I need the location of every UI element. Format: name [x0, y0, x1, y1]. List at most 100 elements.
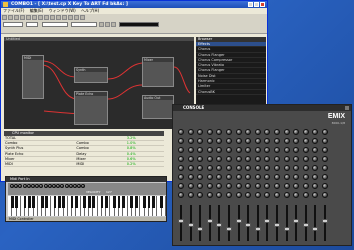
- black-key[interactable]: [27, 196, 31, 208]
- mixer-knob[interactable]: [254, 156, 261, 162]
- channel-fader[interactable]: [264, 219, 271, 223]
- mixer-knob[interactable]: [206, 138, 213, 144]
- forward-icon[interactable]: [105, 22, 111, 27]
- mixer-knob[interactable]: [283, 174, 290, 180]
- mixer-knob[interactable]: [302, 138, 309, 144]
- mixer-knob[interactable]: [312, 165, 319, 171]
- preset-field[interactable]: [119, 22, 160, 27]
- mixer-knob[interactable]: [293, 192, 300, 198]
- mixer-knob[interactable]: [197, 138, 204, 144]
- mixer-knob[interactable]: [178, 129, 184, 135]
- mixer-knob[interactable]: [245, 165, 252, 171]
- new-icon[interactable]: [2, 15, 7, 20]
- mixer-knob[interactable]: [322, 174, 328, 180]
- black-key[interactable]: [117, 196, 121, 208]
- maximize-button[interactable]: [254, 2, 259, 7]
- channel-fader[interactable]: [206, 219, 213, 223]
- mixer-knob[interactable]: [264, 165, 271, 171]
- mixer-knob[interactable]: [206, 174, 213, 180]
- mixer-knob[interactable]: [264, 129, 271, 135]
- menu-help[interactable]: ヘルプ(H): [81, 8, 99, 13]
- mixer-knob[interactable]: [274, 129, 280, 135]
- channel-fader[interactable]: [245, 223, 252, 227]
- black-key[interactable]: [151, 196, 155, 208]
- mixer-knob[interactable]: [245, 147, 252, 153]
- mixer-knob[interactable]: [322, 165, 328, 171]
- mixer-knob[interactable]: [302, 174, 309, 180]
- black-key[interactable]: [32, 196, 36, 208]
- mixer-knob[interactable]: [226, 147, 232, 153]
- mixer-knob[interactable]: [302, 156, 309, 162]
- black-key[interactable]: [100, 196, 104, 208]
- mixer-knob[interactable]: [187, 156, 194, 162]
- mixer-knob[interactable]: [187, 147, 194, 153]
- mixer-knob[interactable]: [226, 192, 232, 198]
- channel-fader[interactable]: [216, 223, 223, 227]
- mixer-knob[interactable]: [283, 183, 290, 189]
- mixer-knob[interactable]: [178, 156, 184, 162]
- mixer-knob[interactable]: [197, 156, 204, 162]
- black-key[interactable]: [10, 196, 14, 208]
- time-field[interactable]: [70, 22, 97, 27]
- mixer-knob[interactable]: [206, 147, 213, 153]
- undo-icon[interactable]: [38, 15, 43, 20]
- channel-fader[interactable]: [187, 223, 194, 227]
- mixer-knob[interactable]: [216, 147, 223, 153]
- mixer-knob[interactable]: [283, 129, 290, 135]
- mixer-knob[interactable]: [293, 129, 300, 135]
- mixer-knob[interactable]: [206, 156, 213, 162]
- mixer-knob[interactable]: [302, 165, 309, 171]
- keyboard-knob[interactable]: [64, 184, 69, 188]
- channel-fader[interactable]: [312, 227, 319, 231]
- mixer-knob[interactable]: [293, 156, 300, 162]
- signature-field[interactable]: [26, 22, 39, 27]
- keyboard-knob[interactable]: [43, 184, 48, 188]
- mixer-knob[interactable]: [226, 174, 232, 180]
- mixer-knob[interactable]: [226, 156, 232, 162]
- mixer-knob[interactable]: [312, 138, 319, 144]
- mixer-knob[interactable]: [274, 156, 280, 162]
- mixer-knob[interactable]: [235, 165, 242, 171]
- mixer-knob[interactable]: [187, 192, 194, 198]
- mixer-knob[interactable]: [322, 147, 328, 153]
- keyboard-knob[interactable]: [18, 184, 23, 188]
- save-icon[interactable]: [14, 15, 19, 20]
- mixer-knob[interactable]: [322, 129, 328, 135]
- mixer-knob[interactable]: [235, 192, 242, 198]
- tempo-field[interactable]: [3, 22, 23, 27]
- black-key[interactable]: [160, 196, 164, 208]
- mixer-knob[interactable]: [197, 183, 204, 189]
- mixer-knob[interactable]: [216, 183, 223, 189]
- mixer-knob[interactable]: [235, 138, 242, 144]
- mixer-knob[interactable]: [302, 147, 309, 153]
- panic-icon[interactable]: [80, 15, 85, 20]
- menu-window[interactable]: ウィンドウ(W): [49, 8, 76, 13]
- black-key[interactable]: [113, 196, 117, 208]
- mixer-knob[interactable]: [283, 147, 290, 153]
- mixer-knob[interactable]: [274, 138, 280, 144]
- channel-fader[interactable]: [197, 227, 204, 231]
- sync-icon[interactable]: [111, 22, 117, 27]
- main-title-bar[interactable]: COMBO1 - [ X:\test.cp X Key To ART Fd bk…: [1, 1, 267, 8]
- mixer-knob[interactable]: [264, 183, 271, 189]
- channel-fader[interactable]: [178, 219, 184, 223]
- close-icon[interactable]: [345, 106, 349, 110]
- mixer-knob[interactable]: [312, 129, 319, 135]
- black-key[interactable]: [40, 196, 44, 208]
- graph-editor[interactable]: Untitled MIDI Synth Plate Echo Mixer Aud…: [4, 37, 194, 129]
- mixer-knob[interactable]: [197, 192, 204, 198]
- velocity-value[interactable]: 127: [106, 190, 112, 194]
- mixer-knob[interactable]: [235, 147, 242, 153]
- black-key[interactable]: [45, 196, 48, 208]
- open-icon[interactable]: [8, 15, 13, 20]
- mixer-knob[interactable]: [283, 165, 290, 171]
- mixer-knob[interactable]: [274, 183, 280, 189]
- loop-icon[interactable]: [68, 15, 73, 20]
- mixer-knob[interactable]: [293, 147, 300, 153]
- mixer-knob[interactable]: [312, 156, 319, 162]
- mixer-knob[interactable]: [264, 156, 271, 162]
- channel-fader[interactable]: [322, 219, 328, 223]
- mixer-knob[interactable]: [293, 138, 300, 144]
- mixer-knob[interactable]: [274, 147, 280, 153]
- mixer-knob[interactable]: [216, 165, 223, 171]
